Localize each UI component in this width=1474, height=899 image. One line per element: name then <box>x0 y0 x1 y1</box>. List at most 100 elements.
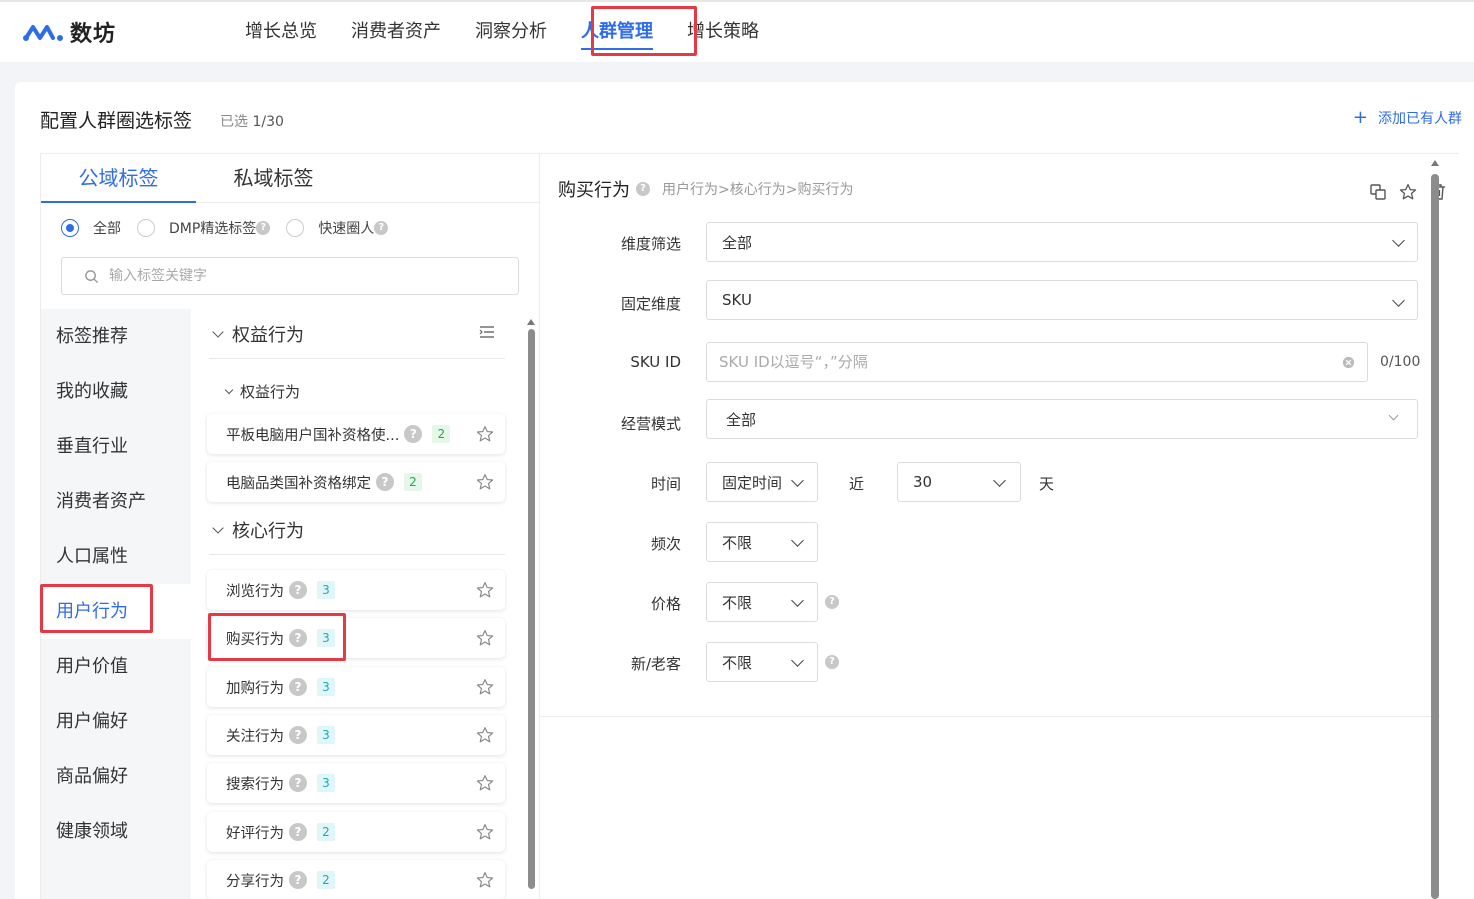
fixed-dimension-select[interactable]: SKU <box>706 280 1418 320</box>
help-icon[interactable]: ? <box>289 823 307 841</box>
copy-icon[interactable] <box>1369 183 1387 201</box>
frequency-select[interactable]: 不限 <box>706 522 818 562</box>
help-icon[interactable]: ? <box>289 774 307 792</box>
time-mode-select[interactable]: 固定时间 <box>706 462 818 502</box>
group-header-rights[interactable]: 权益行为 <box>209 309 505 359</box>
category-user-value[interactable]: 用户价值 <box>41 639 191 694</box>
category-favorites[interactable]: 我的收藏 <box>41 364 191 419</box>
category-vertical-industry[interactable]: 垂直行业 <box>41 419 191 474</box>
tag-config-form: 购买行为 ? 用户行为>核心行为>购买行为 维度筛选 全部 固定维度 SKU S… <box>540 153 1459 899</box>
price-select[interactable]: 不限 <box>706 582 818 622</box>
tag-card[interactable]: 分享行为 ? 2 <box>207 860 505 899</box>
category-recommended[interactable]: 标签推荐 <box>41 309 191 364</box>
help-icon[interactable]: ? <box>289 871 307 889</box>
panel-title: 配置人群圈选标签 <box>40 110 193 132</box>
help-icon[interactable]: ? <box>374 221 389 235</box>
chevron-down-icon <box>1392 234 1405 247</box>
tag-count-badge: 2 <box>432 425 451 443</box>
star-icon[interactable] <box>476 678 494 696</box>
business-mode-select[interactable]: 全部 <box>706 399 1418 439</box>
tag-card[interactable]: 好评行为 ? 2 <box>207 812 505 852</box>
chevron-down-icon <box>791 474 804 487</box>
tag-count-badge: 3 <box>317 678 335 696</box>
category-user-preference[interactable]: 用户偏好 <box>41 694 191 749</box>
help-icon[interactable]: ? <box>289 678 307 696</box>
tag-card[interactable]: 电脑品类国补资格绑定 ? 2 <box>207 462 505 502</box>
nav-item-consumer-assets[interactable]: 消费者资产 <box>334 2 458 64</box>
tag-card[interactable]: 加购行为 ? 3 <box>207 667 505 707</box>
nav-item-insight[interactable]: 洞察分析 <box>458 2 564 64</box>
star-icon[interactable] <box>476 823 494 841</box>
config-form-scrollbar[interactable] <box>1430 160 1440 899</box>
customer-type-select[interactable]: 不限 <box>706 642 818 682</box>
list-icon[interactable] <box>479 325 495 339</box>
tag-path-breadcrumb: 用户行为>核心行为>购买行为 <box>662 182 854 198</box>
tag-name: 电脑品类国补资格绑定 <box>226 475 371 492</box>
add-existing-audience-button[interactable]: + 添加已有人群 <box>1353 108 1462 128</box>
help-icon[interactable]: ? <box>256 221 271 235</box>
tag-card[interactable]: 平板电脑用户国补资格使... ? 2 <box>207 414 505 454</box>
sku-id-counter: 0/100 <box>1380 354 1421 370</box>
scroll-up-icon[interactable] <box>1431 160 1439 166</box>
help-icon[interactable]: ? <box>289 726 307 744</box>
radio-dmp-selected[interactable]: DMP精选标签 ? <box>137 218 271 238</box>
time-days-select[interactable]: 30 <box>897 462 1021 502</box>
chevron-down-icon <box>212 325 224 338</box>
star-icon[interactable] <box>476 473 494 491</box>
tag-card-selected[interactable]: 购买行为 ? 3 <box>207 618 505 658</box>
tag-count-badge: 2 <box>404 473 422 491</box>
help-icon[interactable]: ? <box>825 655 839 669</box>
star-icon[interactable] <box>476 726 494 744</box>
tag-detail-header: 购买行为 ? 用户行为>核心行为>购买行为 <box>558 176 853 202</box>
radio-quick-select[interactable]: 快速圈人 ? <box>286 218 389 238</box>
scrollbar-thumb[interactable] <box>528 329 535 889</box>
star-icon[interactable] <box>476 629 494 647</box>
category-consumer-assets[interactable]: 消费者资产 <box>41 474 191 529</box>
star-icon[interactable] <box>476 425 494 443</box>
help-icon[interactable]: ? <box>289 629 307 647</box>
group-header-core[interactable]: 核心行为 <box>209 505 505 555</box>
tag-card[interactable]: 搜索行为 ? 3 <box>207 763 505 803</box>
tab-private-tags[interactable]: 私域标签 <box>196 154 351 202</box>
nav-item-overview[interactable]: 增长总览 <box>228 2 334 64</box>
business-mode-label: 经营模式 <box>620 415 681 433</box>
logo[interactable]: 数坊 <box>22 16 116 48</box>
star-icon[interactable] <box>476 774 494 792</box>
star-icon[interactable] <box>1399 183 1417 201</box>
radio-all[interactable]: 全部 <box>61 218 121 238</box>
scroll-up-icon[interactable] <box>527 319 535 325</box>
add-existing-audience-label: 添加已有人群 <box>1378 111 1462 127</box>
category-product-preference[interactable]: 商品偏好 <box>41 749 191 804</box>
help-icon[interactable]: ? <box>825 595 839 609</box>
subgroup-header-rights[interactable]: 权益行为 <box>221 381 300 402</box>
category-user-behavior[interactable]: 用户行为 <box>41 584 191 639</box>
frequency-label: 频次 <box>650 535 681 553</box>
tag-list-scrollbar[interactable] <box>527 319 535 894</box>
tag-name: 浏览行为 <box>226 583 284 600</box>
help-icon[interactable]: ? <box>376 473 394 491</box>
radio-label-dmp: DMP精选标签 <box>169 221 257 237</box>
tag-detail-title: 购买行为 <box>558 180 630 201</box>
category-health[interactable]: 健康领域 <box>41 804 191 859</box>
tag-card[interactable]: 关注行为 ? 3 <box>207 715 505 755</box>
top-navbar: 数坊 增长总览 消费者资产 洞察分析 人群管理 增长策略 <box>0 0 1474 62</box>
nav-item-growth-strategy[interactable]: 增长策略 <box>670 2 776 64</box>
dimension-filter-select[interactable]: 全部 <box>706 222 1418 262</box>
tag-name: 购买行为 <box>226 631 284 648</box>
category-demographics[interactable]: 人口属性 <box>41 529 191 584</box>
help-icon[interactable]: ? <box>404 425 423 443</box>
nav-item-audience-management[interactable]: 人群管理 <box>564 2 670 64</box>
clear-icon[interactable] <box>1342 356 1355 369</box>
star-icon[interactable] <box>476 871 494 889</box>
form-divider <box>540 716 1440 717</box>
tag-search-input[interactable] <box>109 268 489 284</box>
radio-label-quick: 快速圈人 <box>318 221 375 237</box>
help-icon[interactable]: ? <box>289 581 307 599</box>
scrollbar-thumb[interactable] <box>1431 174 1439 899</box>
sku-id-input[interactable] <box>719 353 1319 371</box>
help-icon[interactable]: ? <box>636 182 650 196</box>
tag-card[interactable]: 浏览行为 ? 3 <box>207 570 505 610</box>
star-icon[interactable] <box>476 581 494 599</box>
tab-public-tags[interactable]: 公域标签 <box>41 154 196 203</box>
radio-dot <box>137 219 155 237</box>
